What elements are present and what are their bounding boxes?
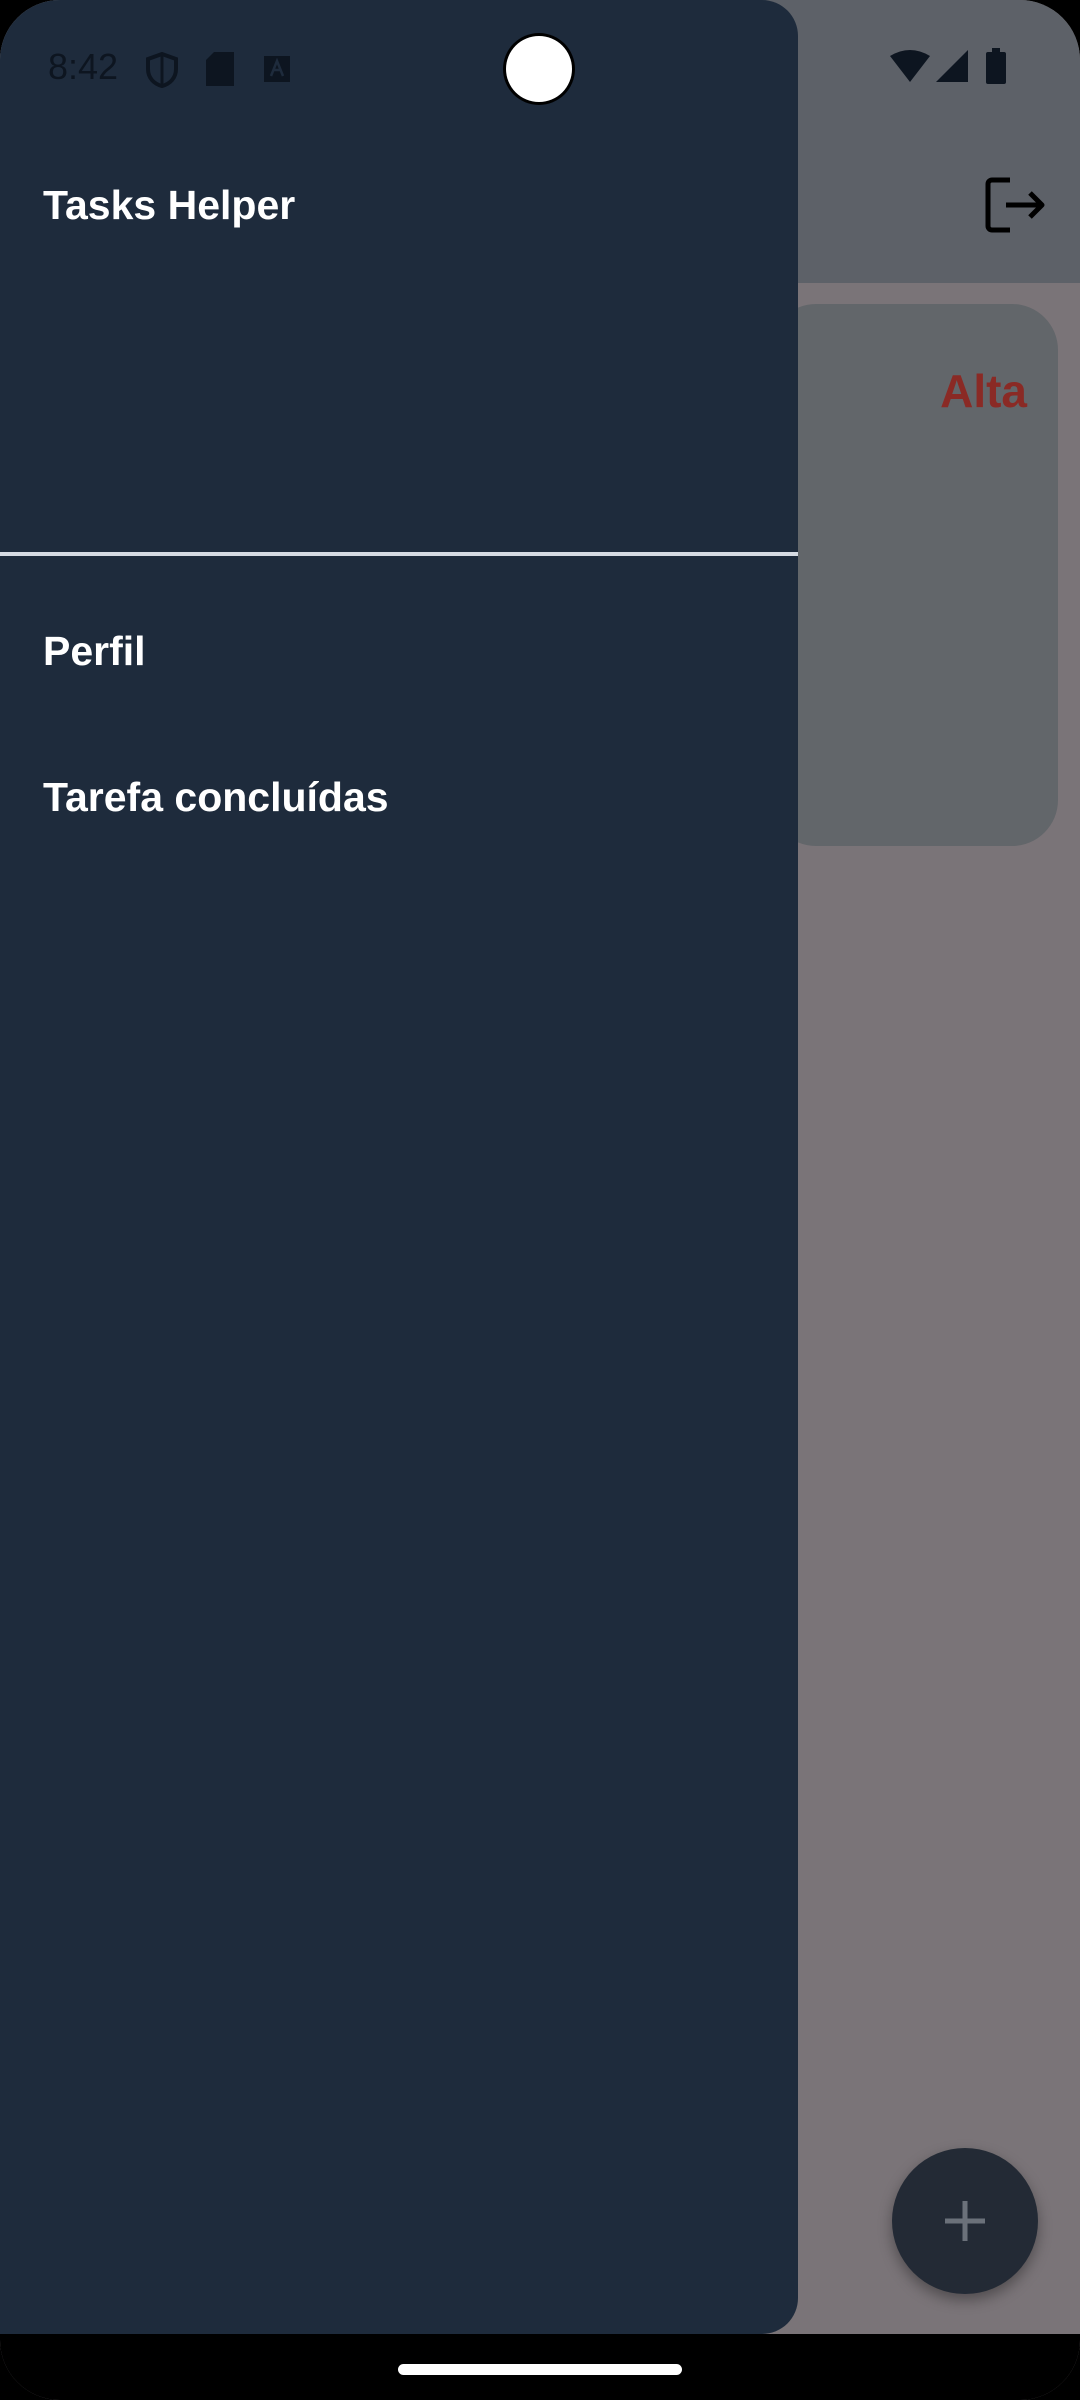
plus-icon [945, 2201, 985, 2241]
home-gesture-handle[interactable] [398, 2364, 682, 2375]
drawer-item-perfil[interactable]: Perfil [43, 628, 146, 675]
signal-icon [936, 50, 968, 82]
drawer-divider [0, 552, 798, 556]
camera-cutout [506, 36, 572, 102]
sd-card-icon [206, 52, 234, 86]
navigation-drawer: 8:42 Tasks Helper Perfil Tarefa concluíd… [0, 0, 798, 2334]
text-recognition-icon [264, 56, 290, 82]
task-card[interactable]: Alta [770, 304, 1058, 846]
drawer-title: Tasks Helper [43, 182, 296, 228]
logout-button[interactable] [980, 170, 1050, 240]
status-time: 8:42 [48, 46, 119, 87]
drawer-item-completed-tasks[interactable]: Tarefa concluídas [43, 774, 389, 821]
battery-icon [986, 48, 1006, 84]
logout-icon [985, 177, 1045, 233]
task-priority-label: Alta [940, 365, 1027, 417]
shield-icon [146, 52, 178, 88]
screen: Alta 8:42 Tasks Helper Perfil Tarefa con… [0, 0, 1080, 2400]
wifi-icon [890, 50, 930, 82]
add-task-button[interactable] [892, 2148, 1038, 2294]
